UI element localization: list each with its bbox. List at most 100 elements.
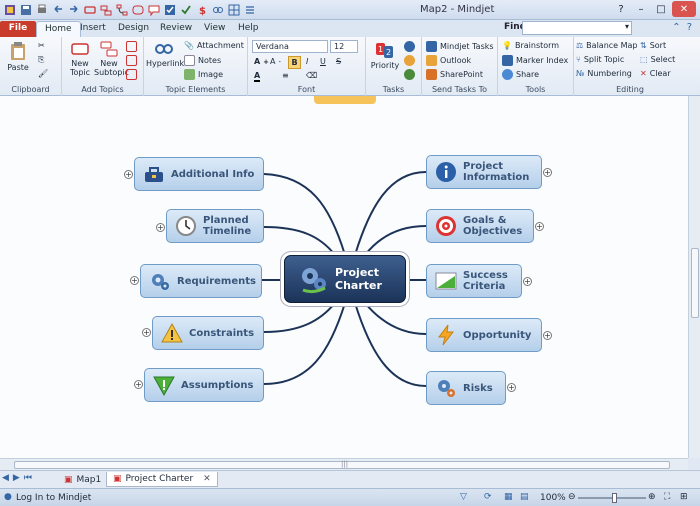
app-menu-icon[interactable] [2, 2, 17, 17]
gantt-view-icon[interactable]: ▤ [520, 492, 529, 502]
zoom-out-icon[interactable]: ⊖ [568, 492, 576, 502]
new-subtopic-button[interactable]: New Subtopic [94, 41, 129, 77]
share-button[interactable]: Share [502, 69, 539, 80]
expand-toggle[interactable]: + [130, 276, 139, 285]
arrow-left-icon[interactable]: ◀ [2, 473, 9, 483]
numbering-button[interactable]: № Numbering [576, 69, 632, 78]
minimize-button[interactable]: – [632, 1, 650, 17]
notes-button[interactable]: Notes [184, 55, 221, 66]
shrink-font-icon[interactable]: A- [270, 57, 281, 66]
expand-toggle[interactable]: + [134, 380, 143, 389]
font-size-select[interactable]: 12 [330, 40, 358, 53]
tab-review[interactable]: Review [152, 21, 200, 37]
maximize-button[interactable]: □ [652, 1, 670, 17]
tab-design[interactable]: Design [110, 21, 157, 37]
close-button[interactable]: ✕ [672, 1, 696, 17]
tab-view[interactable]: View [196, 21, 233, 37]
topic-opportunity[interactable]: Opportunity [426, 318, 542, 352]
login-link[interactable]: Log In to Mindjet [16, 493, 91, 503]
close-tab-icon[interactable]: ✕ [203, 474, 211, 484]
task-check-icon[interactable] [162, 2, 177, 17]
sheet-tab-project-charter[interactable]: ▣ Project Charter ✕ [106, 472, 218, 487]
filter-icon[interactable]: ▽ [460, 492, 467, 502]
mindjet-tasks-button[interactable]: Mindjet Tasks [426, 41, 494, 52]
bold-button[interactable]: B [288, 56, 301, 69]
boundary-icon[interactable] [130, 2, 145, 17]
horizontal-scroll-thumb[interactable]: ||| [14, 460, 670, 469]
callout-topic-icon[interactable] [126, 41, 137, 52]
chevron-up-icon[interactable]: ⌃ [672, 22, 680, 33]
task-progress-icon[interactable] [404, 41, 415, 52]
subtopic-icon[interactable] [98, 2, 113, 17]
underline-button[interactable]: U [320, 57, 326, 66]
cut-icon[interactable]: ✂ [38, 41, 45, 50]
help-icon[interactable]: ? [612, 1, 630, 17]
find-input[interactable]: ▾ [522, 21, 632, 35]
clear-format-icon[interactable]: ⌫ [306, 71, 317, 80]
help-circle-icon[interactable]: ? [687, 22, 692, 33]
new-topic-button[interactable]: New Topic [66, 41, 94, 77]
topic-assumptions[interactable]: Assumptions [144, 368, 264, 402]
tab-insert[interactable]: Insert [72, 21, 114, 37]
format-painter-icon[interactable]: 🖌 [38, 69, 48, 78]
paste-button[interactable]: Paste [6, 41, 30, 72]
full-screen-icon[interactable]: ⊞ [680, 492, 688, 502]
fit-map-icon[interactable]: ⛶ [664, 492, 670, 502]
balance-map-button[interactable]: ⚖ Balance Map [576, 41, 638, 50]
expand-toggle[interactable]: + [535, 222, 544, 231]
print-icon[interactable] [34, 2, 49, 17]
relationship-topic-icon[interactable] [126, 69, 137, 80]
arrow-right-icon[interactable]: ▶ [13, 473, 20, 483]
italic-button[interactable]: I [306, 57, 308, 66]
topic-risks[interactable]: Risks [426, 371, 506, 405]
arrow-first-icon[interactable]: ⏮ [24, 473, 32, 483]
expand-toggle[interactable]: + [543, 331, 552, 340]
brainstorm-button[interactable]: 💡 Brainstorm [502, 41, 559, 50]
outlook-button[interactable]: Outlook [426, 55, 471, 66]
redo-icon[interactable] [66, 2, 81, 17]
clear-button[interactable]: ✕ Clear [640, 69, 671, 78]
expand-toggle[interactable]: + [142, 328, 151, 337]
split-topic-button[interactable]: ⑂ Split Topic [576, 55, 624, 64]
expand-toggle[interactable]: + [124, 170, 133, 179]
map-view-icon[interactable]: ▦ [504, 492, 513, 502]
topic-additional-info[interactable]: Additional Info [134, 157, 264, 191]
chevron-down-icon[interactable]: ▾ [625, 22, 629, 31]
expand-toggle[interactable]: + [507, 383, 516, 392]
zoom-slider-knob[interactable] [612, 493, 617, 503]
font-family-select[interactable]: Verdana [252, 40, 328, 53]
select-button[interactable]: ⬚ Select [640, 55, 675, 64]
copy-icon[interactable]: ⎘ [38, 55, 44, 65]
check-icon[interactable] [178, 2, 193, 17]
task-flag-icon[interactable] [404, 55, 415, 66]
expand-toggle[interactable]: + [543, 168, 552, 177]
grow-font-icon[interactable]: A + [254, 57, 269, 66]
zoom-slider[interactable] [578, 493, 646, 503]
list-icon[interactable] [242, 2, 257, 17]
topic-requirements[interactable]: Requirements [140, 264, 262, 298]
save-icon[interactable] [18, 2, 33, 17]
expand-toggle[interactable]: + [523, 277, 532, 286]
sharepoint-button[interactable]: SharePoint [426, 69, 483, 80]
topic-project-information[interactable]: Project Information [426, 155, 542, 189]
marker-index-button[interactable]: Marker Index [502, 55, 568, 66]
priority-button[interactable]: 12 Priority [368, 41, 402, 70]
callout-icon[interactable] [146, 2, 161, 17]
vertical-scroll-thumb[interactable] [691, 248, 699, 318]
image-button[interactable]: Image [184, 69, 223, 80]
attachment-button[interactable]: 📎 Attachment [184, 41, 244, 50]
hyperlink-button[interactable]: Hyperlink [146, 41, 184, 68]
expand-toggle[interactable]: + [156, 223, 165, 232]
link-icon[interactable] [210, 2, 225, 17]
topic-success-criteria[interactable]: Success Criteria [426, 264, 522, 298]
floating-topic-icon[interactable] [126, 55, 137, 66]
topic-planned-timeline[interactable]: Planned Timeline [166, 209, 264, 243]
topic-goals-objectives[interactable]: Goals & Objectives [426, 209, 534, 243]
tab-file[interactable]: File [0, 21, 36, 37]
dollar-icon[interactable]: $ [194, 2, 209, 17]
strikethrough-button[interactable]: S [336, 57, 341, 66]
sheet-tab-map1[interactable]: ▣ Map1 [58, 472, 107, 487]
topic-shape-icon[interactable] [82, 2, 97, 17]
topic-constraints[interactable]: Constraints [152, 316, 264, 350]
hidden-panel-tab[interactable] [314, 96, 376, 104]
